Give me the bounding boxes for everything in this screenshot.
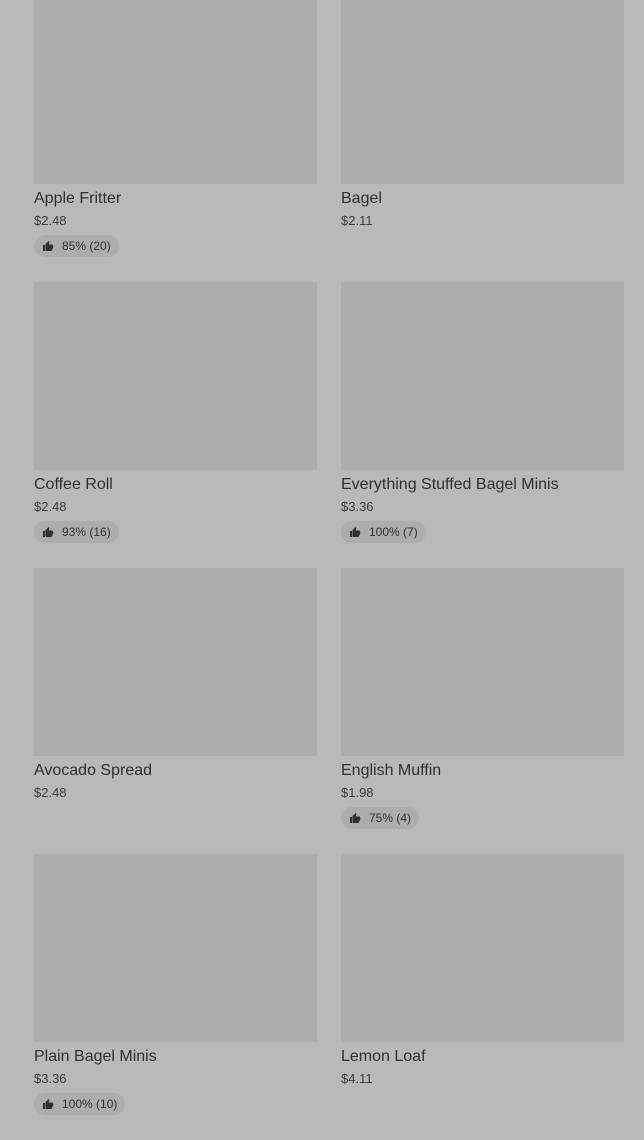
rating-text: 93% (16): [62, 525, 111, 539]
rating-badge: 75% (4): [341, 807, 420, 829]
thumbs-up-icon: [42, 526, 54, 538]
product-image[interactable]: [34, 854, 317, 1042]
rating-text: 100% (7): [369, 525, 418, 539]
product-price: $2.48: [34, 785, 67, 800]
product-card[interactable]: Plain Bagel Minis $3.36 100% (10): [34, 854, 317, 1140]
rating-badge: 100% (10): [34, 1093, 126, 1115]
product-price: $2.48: [34, 499, 67, 514]
product-name: Coffee Roll: [34, 476, 113, 493]
product-card[interactable]: Lemon Loaf $4.11: [341, 854, 624, 1140]
thumbs-up-icon: [349, 812, 361, 824]
product-name: Avocado Spread: [34, 762, 153, 779]
product-grid: Apple Fritter $2.48 85% (20) Bagel $2.11…: [34, 0, 624, 1140]
product-image[interactable]: [34, 568, 317, 756]
rating-badge: 93% (16): [34, 521, 119, 543]
product-price: $2.48: [34, 213, 67, 228]
product-image[interactable]: [34, 282, 317, 470]
product-price: $4.11: [341, 1071, 373, 1086]
product-name: Apple Fritter: [34, 190, 122, 207]
product-card[interactable]: Everything Stuffed Bagel Minis $3.36 100…: [341, 282, 624, 568]
product-name: Everything Stuffed Bagel Minis: [341, 476, 559, 493]
product-card[interactable]: Avocado Spread $2.48: [34, 568, 317, 854]
thumbs-up-icon: [42, 240, 54, 252]
product-image[interactable]: [34, 0, 317, 184]
product-card[interactable]: Bagel $2.11: [341, 0, 624, 282]
product-image[interactable]: [341, 0, 624, 184]
product-image[interactable]: [341, 282, 624, 470]
rating-text: 100% (10): [62, 1097, 118, 1111]
product-price: $1.98: [341, 785, 374, 800]
product-name: English Muffin: [341, 762, 442, 779]
rating-badge: 85% (20): [34, 235, 119, 257]
rating-text: 85% (20): [62, 239, 111, 253]
product-name: Lemon Loaf: [341, 1048, 426, 1065]
product-card[interactable]: English Muffin $1.98 75% (4): [341, 568, 624, 854]
thumbs-up-icon: [349, 526, 361, 538]
product-image[interactable]: [341, 568, 624, 756]
product-price: $2.11: [341, 213, 373, 228]
thumbs-up-icon: [42, 1098, 54, 1110]
product-card[interactable]: Apple Fritter $2.48 85% (20): [34, 0, 317, 282]
product-card[interactable]: Coffee Roll $2.48 93% (16): [34, 282, 317, 568]
rating-badge: 100% (7): [341, 521, 426, 543]
product-price: $3.36: [34, 1071, 67, 1086]
rating-text: 75% (4): [369, 811, 412, 825]
product-name: Plain Bagel Minis: [34, 1048, 157, 1065]
product-image[interactable]: [341, 854, 624, 1042]
product-price: $3.36: [341, 499, 374, 514]
product-name: Bagel: [341, 190, 382, 207]
